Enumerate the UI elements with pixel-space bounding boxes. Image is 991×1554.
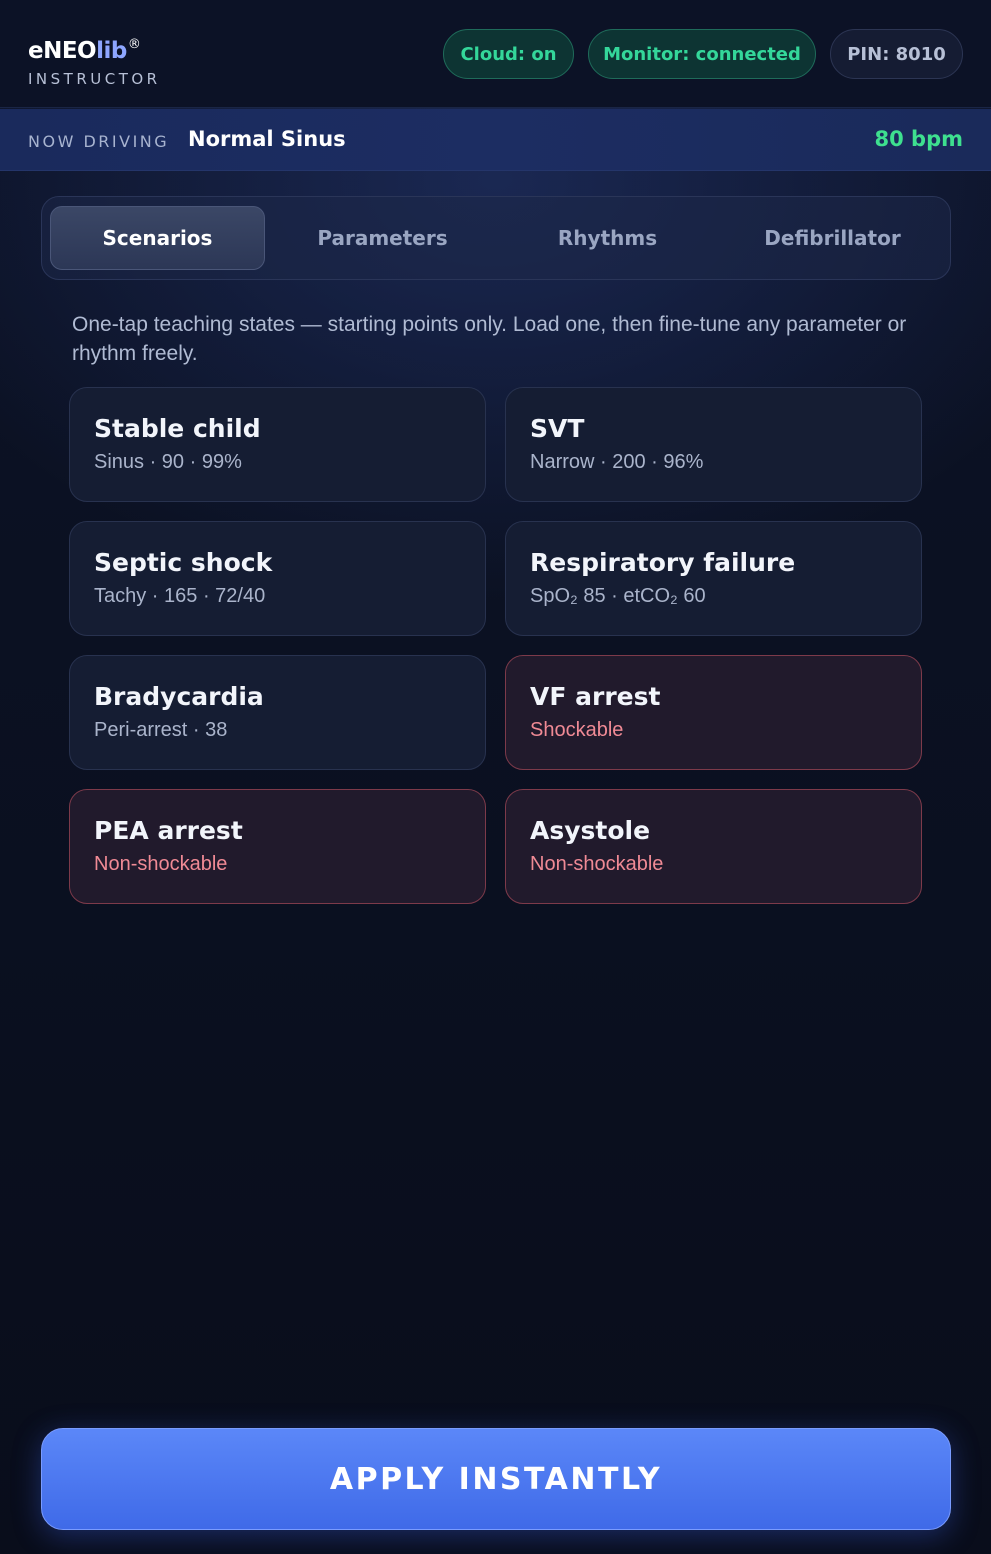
now-driving-label: NOW DRIVING: [28, 132, 170, 151]
current-rhythm: Normal Sinus: [188, 127, 346, 151]
scenarios-intro-text: One-tap teaching states — starting point…: [72, 313, 907, 365]
scenario-title: VF arrest: [530, 682, 661, 711]
scenario-card-septic-shock[interactable]: Septic shock Tachy · 165 · 72/40: [69, 521, 486, 636]
brand-name-accent: lib: [96, 38, 127, 64]
now-driving-bar: NOW DRIVING Normal Sinus 80 bpm: [0, 109, 991, 171]
scenario-title: Bradycardia: [94, 682, 264, 711]
monitor-status-badge[interactable]: Monitor: connected: [588, 29, 816, 79]
cloud-status-badge[interactable]: Cloud: on: [443, 29, 574, 79]
scenario-title: Asystole: [530, 816, 651, 845]
scenario-subtitle: Non-shockable: [94, 853, 228, 875]
scenario-card-asystole[interactable]: Asystole Non-shockable: [505, 789, 922, 904]
tab-scenarios[interactable]: Scenarios: [50, 206, 265, 270]
brand: eNEOlib® INSTRUCTOR: [28, 30, 161, 88]
scenario-title: Septic shock: [94, 548, 273, 577]
tab-parameters[interactable]: Parameters: [275, 206, 490, 270]
brand-logo: eNEOlib®: [28, 30, 161, 66]
scenario-card-respiratory-failure[interactable]: Respiratory failure SpO₂ 85 · etCO₂ 60: [505, 521, 922, 636]
scenario-card-pea-arrest[interactable]: PEA arrest Non-shockable: [69, 789, 486, 904]
apply-instantly-button[interactable]: APPLY INSTANTLY: [41, 1428, 951, 1530]
scenario-title: SVT: [530, 414, 585, 443]
tab-defibrillator[interactable]: Defibrillator: [725, 206, 940, 270]
pin-badge[interactable]: PIN: 8010: [830, 29, 963, 79]
scenario-card-svt[interactable]: SVT Narrow · 200 · 96%: [505, 387, 922, 502]
scenario-title: PEA arrest: [94, 816, 243, 845]
tab-bar: Scenarios Parameters Rhythms Defibrillat…: [41, 196, 951, 280]
scenario-card-stable-child[interactable]: Stable child Sinus · 90 · 99%: [69, 387, 486, 502]
scenario-card-vf-arrest[interactable]: VF arrest Shockable: [505, 655, 922, 770]
scenario-subtitle: Peri-arrest · 38: [94, 719, 228, 741]
brand-name-prefix: eNEO: [28, 38, 97, 64]
tab-rhythms[interactable]: Rhythms: [500, 206, 715, 270]
scenario-card-bradycardia[interactable]: Bradycardia Peri-arrest · 38: [69, 655, 486, 770]
scenario-subtitle: Shockable: [530, 719, 624, 741]
scenario-subtitle: Narrow · 200 · 96%: [530, 451, 704, 473]
brand-subtitle: INSTRUCTOR: [28, 70, 161, 88]
scenario-title: Stable child: [94, 414, 261, 443]
scenario-title: Respiratory failure: [530, 548, 796, 577]
scenario-subtitle: Tachy · 165 · 72/40: [94, 585, 266, 607]
app-header: eNEOlib® INSTRUCTOR Cloud: on Monitor: c…: [0, 0, 991, 108]
scenario-subtitle: Sinus · 90 · 99%: [94, 451, 242, 473]
registered-mark: ®: [127, 37, 141, 52]
scenario-subtitle: Non-shockable: [530, 853, 664, 875]
scenario-subtitle: SpO₂ 85 · etCO₂ 60: [530, 585, 706, 607]
heart-rate-readout: 80 bpm: [874, 127, 963, 151]
